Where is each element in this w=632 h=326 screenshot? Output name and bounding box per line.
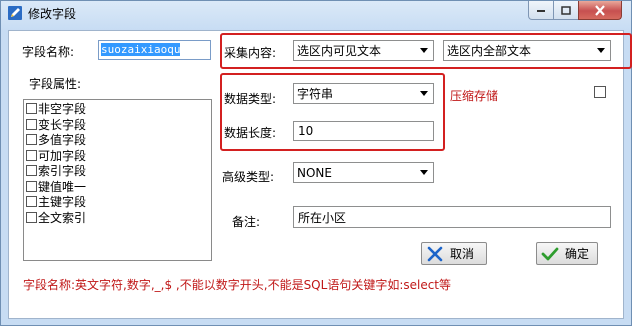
attribute-item[interactable]: 多值字段 <box>24 132 211 148</box>
attribute-item[interactable]: 非空字段 <box>24 101 211 117</box>
chevron-down-icon <box>420 170 428 175</box>
checkbox[interactable] <box>26 118 37 130</box>
ok-label: 确定 <box>565 247 590 261</box>
minimize-icon <box>537 10 545 12</box>
checkbox[interactable] <box>26 149 37 161</box>
checkmark-icon <box>541 247 559 260</box>
highlight-collect <box>220 33 632 69</box>
attribute-item[interactable]: 主键字段 <box>24 194 211 210</box>
attribute-item[interactable]: 全文索引 <box>24 210 211 226</box>
cancel-icon <box>427 246 443 261</box>
dialog-content: 字段名称: suozaixiaoqu 字段属性: 非空字段 变长字段 多值字段 … <box>8 30 632 319</box>
attribute-item[interactable]: 索引字段 <box>24 163 211 179</box>
advanced-type-label: 高级类型: <box>222 170 275 184</box>
attribute-item[interactable]: 变长字段 <box>24 117 211 133</box>
note-label: 备注: <box>232 215 261 229</box>
close-icon <box>595 4 605 16</box>
checkbox[interactable] <box>26 211 37 223</box>
note-value: 所在小区 <box>298 210 347 225</box>
attribute-item[interactable]: 键值唯一 <box>24 179 211 195</box>
checkbox[interactable] <box>26 180 37 192</box>
advanced-type-select[interactable]: NONE <box>293 162 434 183</box>
ok-button[interactable]: 确定 <box>536 242 598 265</box>
compress-checkbox[interactable] <box>594 86 606 98</box>
attribute-item[interactable]: 可加字段 <box>24 148 211 164</box>
field-name-input[interactable]: suozaixiaoqu <box>98 40 211 60</box>
close-button[interactable] <box>578 1 622 20</box>
minimize-button[interactable] <box>528 1 554 20</box>
checkbox[interactable] <box>26 103 37 115</box>
attributes-list[interactable]: 非空字段 变长字段 多值字段 可加字段 索引字段 键值唯一 主键字段 全文索引 <box>23 99 212 261</box>
attributes-label: 字段属性: <box>29 77 82 91</box>
cancel-button[interactable]: 取消 <box>421 242 487 265</box>
note-input[interactable]: 所在小区 <box>293 206 611 228</box>
highlight-data-type <box>220 73 445 151</box>
window-title: 修改字段 <box>28 7 77 21</box>
field-name-value: suozaixiaoqu <box>101 43 181 56</box>
dialog-window: 修改字段 字段名称: suozaixiaoqu 字段属性: 非空字段 变长字段 … <box>0 0 632 326</box>
cancel-label: 取消 <box>450 247 475 261</box>
checkbox[interactable] <box>26 196 37 208</box>
field-name-hint: 字段名称:英文字符,数字,_,$ ,不能以数字开头,不能是SQL语句关键字如:s… <box>23 278 452 292</box>
maximize-button[interactable] <box>553 1 579 20</box>
maximize-icon <box>561 5 571 15</box>
pencil-icon <box>7 5 23 21</box>
field-name-label: 字段名称: <box>22 45 75 59</box>
checkbox[interactable] <box>26 134 37 146</box>
checkbox[interactable] <box>26 165 37 177</box>
title-bar[interactable]: 修改字段 <box>1 1 631 25</box>
advanced-type-value: NONE <box>297 165 332 180</box>
compress-label: 压缩存储 <box>450 89 499 103</box>
